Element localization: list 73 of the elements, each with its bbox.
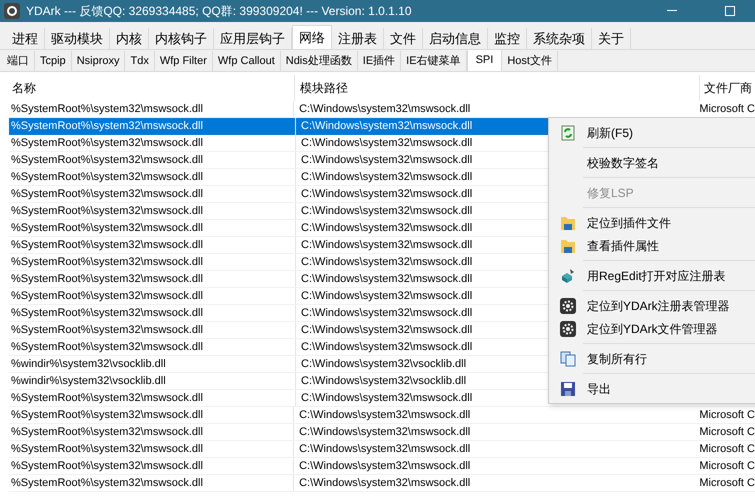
tab[interactable]: 进程 bbox=[6, 28, 45, 49]
tab[interactable]: 网络 bbox=[292, 25, 332, 49]
table-cell-text: %SystemRoot%\system32\mswsock.dll bbox=[10, 254, 204, 270]
save-icon bbox=[561, 382, 575, 396]
registry-icon bbox=[560, 268, 576, 284]
table-row[interactable]: %SystemRoot%\system32\mswsock.dll C:\Windows\system32\mswsock.dll Microsoft C bbox=[9, 407, 755, 424]
tab[interactable]: 注册表 bbox=[332, 28, 384, 49]
table-cell-text: %SystemRoot%\system32\mswsock.dll bbox=[10, 340, 204, 355]
table-cell: C:\Windows\system32\mswsock.dll bbox=[293, 424, 696, 440]
app-icon bbox=[4, 3, 20, 19]
table-row[interactable]: %SystemRoot%\system32\mswsock.dll C:\Windows\system32\mswsock.dll Microsoft C bbox=[9, 458, 755, 475]
table-cell-text: %windir%\system32\vsocklib.dll bbox=[10, 374, 167, 389]
table-cell-text: %SystemRoot%\system32\mswsock.dll bbox=[10, 408, 204, 423]
gear-icon bbox=[560, 320, 576, 336]
folder-icon bbox=[560, 214, 576, 230]
table-cell-text: Microsoft C bbox=[698, 476, 755, 491]
tab[interactable]: Ndis处理函数 bbox=[280, 51, 358, 71]
tab[interactable]: 端口 bbox=[2, 51, 35, 71]
tab[interactable]: SPI bbox=[466, 49, 502, 71]
table-cell-text: %SystemRoot%\system32\mswsock.dll bbox=[10, 136, 204, 151]
table-row[interactable]: %SystemRoot%\system32\mswsock.dll C:\Windows\system32\mswsock.dll Microsoft C bbox=[9, 424, 755, 441]
table-cell-text: %SystemRoot%\system32\mswsock.dll bbox=[10, 288, 204, 304]
table-cell: C:\Windows\system32\mswsock.dll bbox=[293, 458, 696, 474]
tab[interactable]: 文件 bbox=[384, 28, 423, 49]
table-cell-text: %SystemRoot%\system32\mswsock.dll bbox=[10, 238, 204, 253]
table-cell-text: %SystemRoot%\system32\mswsock.dll bbox=[10, 272, 204, 287]
folder-icon bbox=[560, 238, 576, 254]
tab[interactable]: 系统杂项 bbox=[527, 28, 592, 49]
gear-icon bbox=[560, 298, 576, 314]
tab[interactable]: Tcpip bbox=[35, 51, 72, 71]
copy-icon bbox=[560, 350, 576, 366]
tab[interactable]: 关于 bbox=[592, 28, 631, 49]
table-cell: C:\Windows\system32\mswsock.dll bbox=[293, 406, 696, 424]
table-cell-text: %windir%\system32\vsocklib.dll bbox=[10, 356, 167, 372]
table-cell-text: %SystemRoot%\system32\mswsock.dll bbox=[10, 102, 204, 117]
column-header[interactable]: 名称 bbox=[0, 75, 295, 101]
table-row[interactable]: %SystemRoot%\system32\mswsock.dll C:\Windows\system32\mswsock.dll Microsoft C bbox=[9, 441, 755, 458]
table-cell-text: Microsoft C bbox=[698, 458, 755, 474]
tab[interactable]: 内核钩子 bbox=[149, 28, 214, 49]
tab[interactable]: Host文件 bbox=[502, 51, 558, 71]
table-cell-text: %SystemRoot%\system32\mswsock.dll bbox=[10, 442, 204, 457]
tab[interactable]: 内核 bbox=[110, 28, 149, 49]
tab[interactable]: Wfp Filter bbox=[154, 51, 213, 71]
tab[interactable]: Tdx bbox=[125, 51, 155, 71]
tab[interactable]: IE插件 bbox=[358, 51, 402, 71]
table-cell-text: Microsoft C bbox=[698, 102, 755, 117]
table-cell-text: %SystemRoot%\system32\mswsock.dll bbox=[10, 204, 204, 219]
table-cell: C:\Windows\system32\mswsock.dll bbox=[293, 474, 696, 492]
column-header[interactable]: 文件厂商 bbox=[700, 75, 755, 101]
table-cell-text: %SystemRoot%\system32\mswsock.dll bbox=[10, 170, 204, 185]
table-cell-text: Microsoft C bbox=[698, 424, 755, 440]
table-cell-text: %SystemRoot%\system32\mswsock.dll bbox=[10, 458, 204, 474]
tab[interactable]: Nsiproxy bbox=[72, 51, 126, 71]
table-cell-text: Microsoft C bbox=[698, 442, 755, 457]
tab[interactable]: Wfp Callout bbox=[212, 51, 281, 71]
minimize-icon[interactable] bbox=[667, 10, 677, 12]
table-cell-text: %SystemRoot%\system32\mswsock.dll bbox=[10, 476, 204, 491]
table-cell-text: Microsoft C bbox=[698, 408, 755, 423]
table-cell-text: %SystemRoot%\system32\mswsock.dll bbox=[10, 220, 204, 236]
table-cell-text: %SystemRoot%\system32\mswsock.dll bbox=[10, 306, 204, 321]
table-cell-text: %SystemRoot%\system32\mswsock.dll bbox=[10, 119, 204, 134]
table-row[interactable]: %SystemRoot%\system32\mswsock.dll C:\Windows\system32\mswsock.dll Microsoft C bbox=[9, 475, 755, 492]
window-title: YDArk --- 反馈QQ: 3269334485; QQ群: 399309204! --- Version: 1.0.1.10 bbox=[26, 3, 412, 20]
maximize-icon[interactable] bbox=[725, 6, 735, 16]
column-header[interactable]: 模块路径 bbox=[295, 75, 700, 101]
table-cell-text: %SystemRoot%\system32\mswsock.dll bbox=[10, 424, 204, 440]
tab[interactable]: 驱动模块 bbox=[45, 28, 110, 49]
table-cell-text: %SystemRoot%\system32\mswsock.dll bbox=[10, 390, 204, 406]
refresh-icon bbox=[561, 124, 575, 140]
table-cell-text: %SystemRoot%\system32\mswsock.dll bbox=[10, 152, 204, 168]
table-cell-text: %SystemRoot%\system32\mswsock.dll bbox=[10, 186, 204, 202]
table-cell-text: %SystemRoot%\system32\mswsock.dll bbox=[10, 322, 204, 338]
table-cell: C:\Windows\system32\mswsock.dll bbox=[293, 440, 696, 458]
